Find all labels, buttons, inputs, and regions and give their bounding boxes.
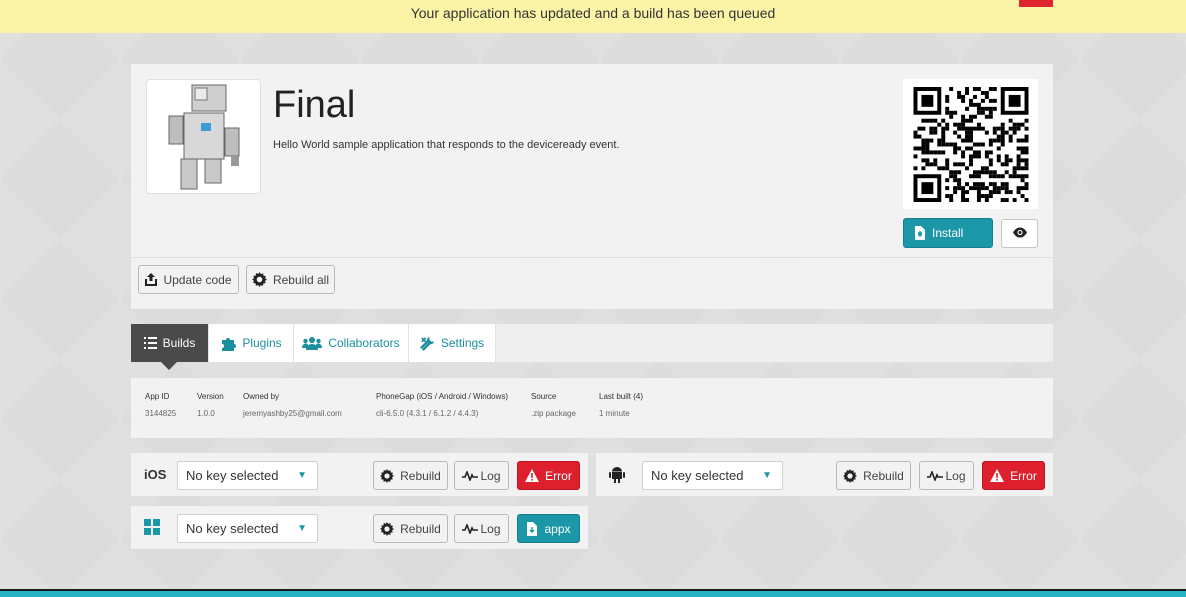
last-built-value: 1 minute — [599, 409, 630, 418]
qr-code-icon — [913, 87, 1029, 202]
ios-log-label: Log — [480, 468, 501, 483]
android-log-label: Log — [945, 468, 966, 483]
owner-value: jeremyashby25@gmail.com — [243, 409, 342, 418]
robot-icon — [168, 84, 240, 190]
last-built-field: Last built (4) 1 minute — [599, 392, 643, 418]
download-icon — [526, 521, 538, 536]
windows-appx-download-button[interactable]: appx — [517, 514, 580, 543]
version-value: 1.0.0 — [197, 409, 215, 418]
ios-key-select[interactable]: No key selected ▼ — [177, 461, 318, 490]
windows-log-label: Log — [480, 521, 501, 536]
ios-error-label: Error — [545, 468, 572, 483]
wrench-icon — [419, 336, 435, 351]
platform-ios: iOS No key selected ▼ Rebuild Log Error — [131, 453, 588, 496]
android-rebuild-button[interactable]: Rebuild — [836, 461, 911, 490]
android-key-select[interactable]: No key selected ▼ — [642, 461, 783, 490]
upload-icon — [145, 273, 158, 286]
windows-log-button[interactable]: Log — [454, 514, 509, 543]
android-error-label: Error — [1010, 468, 1037, 483]
people-icon — [302, 336, 323, 350]
source-value: .zip package — [531, 409, 576, 418]
tab-plugins-label: Plugins — [242, 336, 282, 350]
tab-collaborators-label: Collaborators — [328, 336, 400, 350]
windows-rebuild-label: Rebuild — [400, 521, 441, 536]
owner-field: Owned by jeremyashby25@gmail.com — [243, 392, 342, 418]
tab-settings[interactable]: Settings — [409, 324, 496, 362]
update-notice-banner: Your application has updated and a build… — [0, 0, 1186, 33]
notice-message: Your application has updated and a build… — [410, 5, 776, 21]
build-info-panel: App ID 3144825 Version 1.0.0 Owned by je… — [131, 378, 1053, 438]
tab-plugins[interactable]: Plugins — [209, 324, 294, 362]
source-field: Source .zip package — [531, 392, 576, 418]
list-icon — [143, 337, 157, 349]
app-title: Final — [273, 84, 356, 126]
app-id-label: App ID — [145, 392, 170, 401]
warning-icon — [990, 469, 1005, 482]
last-built-label: Last built (4) — [599, 392, 644, 401]
source-label: Source — [531, 392, 557, 401]
download-icon — [914, 226, 926, 240]
ios-rebuild-button[interactable]: Rebuild — [373, 461, 448, 490]
rebuild-all-button[interactable]: Rebuild all — [246, 265, 335, 294]
tab-builds-label: Builds — [162, 336, 196, 350]
version-label: Version — [197, 392, 224, 401]
install-button[interactable]: Install — [903, 218, 993, 248]
android-icon — [609, 466, 625, 488]
gear-icon — [380, 521, 395, 536]
eye-icon — [1012, 227, 1028, 241]
pulse-icon — [927, 470, 944, 481]
preview-button[interactable] — [1001, 219, 1038, 248]
qr-code — [903, 79, 1038, 209]
platform-windows: No key selected ▼ Rebuild Log appx — [131, 506, 588, 549]
rebuild-all-label: Rebuild all — [272, 272, 330, 287]
update-code-label: Update code — [163, 272, 232, 287]
windows-appx-label: appx — [544, 521, 571, 536]
app-id-field: App ID 3144825 — [145, 392, 176, 418]
tab-collaborators[interactable]: Collaborators — [294, 324, 409, 362]
warning-icon — [525, 469, 540, 482]
chevron-down-icon: ▼ — [762, 470, 772, 481]
app-actions-panel: Update code Rebuild all — [131, 258, 1053, 309]
app-id-value: 3144825 — [145, 409, 177, 418]
bottom-bar — [0, 589, 1186, 597]
ios-rebuild-label: Rebuild — [400, 468, 441, 483]
ios-log-button[interactable]: Log — [454, 461, 509, 490]
phonegap-label: PhoneGap (iOS / Android / Windows) — [376, 392, 509, 401]
android-rebuild-label: Rebuild — [863, 468, 904, 483]
android-error-button[interactable]: Error — [982, 461, 1045, 490]
chevron-down-icon: ▼ — [297, 470, 307, 481]
phonegap-field: PhoneGap (iOS / Android / Windows) cli-6… — [376, 392, 508, 418]
gear-icon — [843, 468, 858, 483]
ios-error-button[interactable]: Error — [517, 461, 580, 490]
ios-label: iOS — [144, 467, 167, 482]
app-description: Hello World sample application that resp… — [273, 139, 620, 151]
gear-icon — [251, 272, 267, 287]
pulse-icon — [462, 523, 479, 534]
tab-builds[interactable]: Builds — [131, 324, 209, 362]
pulse-icon — [462, 470, 479, 481]
gear-icon — [380, 468, 395, 483]
platform-android: No key selected ▼ Rebuild Log Error — [596, 453, 1053, 496]
update-code-button[interactable]: Update code — [138, 265, 239, 294]
ios-key-value: No key selected — [186, 468, 279, 483]
app-header-panel: Final Hello World sample application tha… — [131, 64, 1053, 257]
owner-label: Owned by — [243, 392, 280, 401]
windows-rebuild-button[interactable]: Rebuild — [373, 514, 448, 543]
tab-settings-label: Settings — [440, 336, 485, 350]
android-key-value: No key selected — [651, 468, 744, 483]
install-label: Install — [932, 226, 964, 240]
windows-key-select[interactable]: No key selected ▼ — [177, 514, 318, 543]
tab-bar: Builds Plugins Collaborators Settings — [131, 324, 1053, 370]
version-field: Version 1.0.0 — [197, 392, 224, 418]
active-tab-caret — [161, 362, 177, 370]
puzzle-icon — [220, 335, 237, 351]
app-icon — [146, 79, 261, 194]
android-log-button[interactable]: Log — [919, 461, 974, 490]
windows-icon — [144, 519, 160, 540]
chevron-down-icon: ▼ — [297, 523, 307, 534]
notice-close-button[interactable] — [1019, 0, 1053, 7]
windows-key-value: No key selected — [186, 521, 279, 536]
phonegap-value: cli-6.5.0 (4.3.1 / 6.1.2 / 4.4.3) — [376, 409, 479, 418]
